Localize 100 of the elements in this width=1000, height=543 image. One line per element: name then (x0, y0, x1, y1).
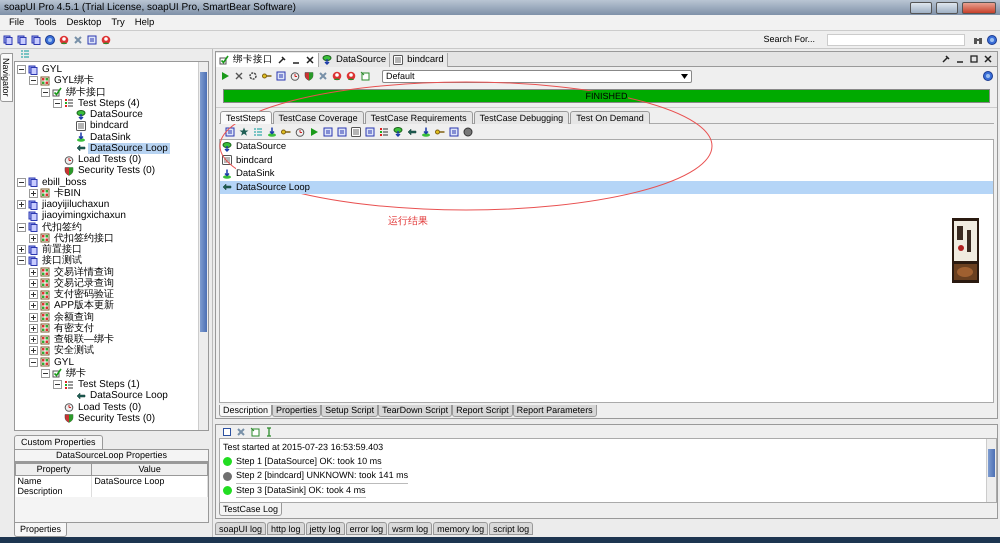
expand-icon[interactable] (29, 268, 38, 277)
expand-icon[interactable] (29, 290, 38, 300)
pin-icon[interactable] (277, 55, 287, 65)
log-tab[interactable]: http log (267, 522, 305, 535)
expand-icon[interactable] (29, 335, 38, 344)
menu-item[interactable]: Tools (29, 16, 62, 28)
column-header[interactable]: Property (16, 463, 92, 476)
collapse-icon[interactable] (41, 88, 50, 97)
step-icon[interactable] (323, 126, 333, 136)
tree-item[interactable]: Load Tests (0) (76, 154, 144, 166)
collapse-icon[interactable] (41, 368, 50, 378)
step-icon[interactable] (225, 126, 235, 136)
funnel-icon[interactable] (393, 126, 403, 136)
tree-item[interactable]: DataSource (88, 109, 145, 120)
collapse-icon[interactable] (17, 256, 26, 266)
testcase-tab[interactable]: TestCase Debugging (474, 111, 570, 124)
expand-icon[interactable] (29, 324, 38, 333)
key-icon[interactable] (262, 71, 272, 81)
tree-item[interactable]: 安全测试 (52, 345, 96, 356)
list-icon[interactable] (379, 126, 389, 136)
play-icon[interactable] (309, 126, 319, 136)
tree-item[interactable]: 绑卡 (64, 368, 88, 379)
editor-bottom-tab[interactable]: Report Script (452, 405, 513, 417)
editor-tab[interactable]: 绑卡接口 (216, 53, 319, 67)
collapse-icon[interactable] (17, 222, 26, 232)
tree-item[interactable]: Load Tests (0) (76, 402, 144, 413)
navigator-tab[interactable]: Navigator (0, 53, 13, 102)
close-icon[interactable] (305, 55, 315, 65)
collapse-icon[interactable] (29, 358, 38, 367)
collapse-icon[interactable] (53, 380, 62, 390)
log-tab[interactable]: memory log (433, 522, 488, 535)
tree-item[interactable]: ebill_boss (40, 176, 88, 188)
download-icon[interactable] (421, 126, 431, 136)
circle-icon[interactable] (463, 126, 473, 136)
expand-icon[interactable] (29, 312, 38, 322)
log-entry-link[interactable]: Step 1 [DataSource] OK: took 10 ms (236, 454, 382, 469)
tree-item[interactable]: Test Steps (1) (76, 379, 142, 390)
expand-icon[interactable] (29, 188, 38, 198)
left-arrow-icon[interactable] (407, 126, 417, 136)
expand-icon[interactable] (29, 346, 38, 356)
close-button[interactable] (962, 2, 996, 14)
person-icon[interactable] (101, 34, 111, 44)
close-icon[interactable] (983, 54, 993, 64)
step-icon[interactable] (449, 126, 459, 136)
log-tab[interactable]: script log (489, 522, 534, 535)
tree-item[interactable]: Test Steps (4) (76, 98, 142, 109)
square-icon[interactable] (222, 426, 232, 436)
editor-bottom-tab[interactable]: Setup Script (321, 405, 378, 417)
collapse-icon[interactable] (17, 178, 26, 187)
tools-icon[interactable] (73, 34, 83, 44)
expand-icon[interactable] (29, 278, 38, 288)
tree-item[interactable]: 前置接口 (40, 244, 84, 256)
person-icon[interactable] (332, 71, 342, 81)
tree-item[interactable]: 卡BIN (52, 188, 83, 199)
tree-item[interactable]: 接口测试 (40, 255, 84, 266)
person-icon[interactable] (59, 34, 69, 44)
testcase-log-tab[interactable]: TestCase Log (219, 503, 282, 516)
tree-item[interactable]: jiaoyimingxichaxun (40, 210, 128, 222)
collapse-icon[interactable] (17, 65, 26, 74)
expand-icon[interactable] (29, 301, 38, 310)
text-cursor-icon[interactable] (264, 426, 274, 436)
tree-item[interactable]: 代扣签约 (40, 222, 84, 233)
tree-item[interactable]: 交易详情查询 (52, 266, 116, 278)
help-icon[interactable] (45, 34, 55, 44)
log-entry-link[interactable]: Step 3 [DataSink] OK: took 4 ms (236, 484, 366, 498)
tools-icon[interactable] (236, 426, 246, 436)
expand-icon[interactable] (29, 234, 38, 243)
tree-item[interactable]: GYL绑卡 (52, 75, 96, 86)
tree-item[interactable]: DataSource Loop (88, 390, 170, 402)
settings-icon[interactable] (248, 71, 258, 81)
collapse-icon[interactable] (29, 76, 38, 86)
tree-item[interactable]: bindcard (88, 120, 130, 132)
tree-item[interactable]: jiaoyijiluchaxun (40, 199, 112, 210)
tree-item[interactable]: APP版本更新 (52, 300, 116, 312)
request-icon[interactable] (351, 126, 361, 136)
menu-item[interactable]: File (4, 16, 30, 28)
step-icon[interactable] (276, 71, 286, 81)
editor-tab[interactable]: bindcard (390, 53, 448, 67)
pin-icon[interactable] (941, 54, 951, 64)
tree-item[interactable]: 交易记录查询 (52, 278, 116, 289)
editor-bottom-tab[interactable]: Properties (272, 405, 322, 417)
minimize-button[interactable] (910, 2, 932, 14)
person-icon[interactable] (346, 71, 356, 81)
step-icon[interactable] (87, 34, 97, 44)
key-icon[interactable] (435, 126, 445, 136)
menu-item[interactable]: Try (106, 16, 130, 28)
play-icon[interactable] (220, 71, 230, 81)
tree-item[interactable]: 绑卡接口 (64, 86, 108, 98)
tree-item[interactable]: GYL (40, 64, 64, 76)
menu-item[interactable]: Desktop (62, 16, 106, 28)
help-icon[interactable] (983, 71, 993, 81)
help-icon[interactable] (987, 34, 997, 44)
log-tab[interactable]: error log (346, 522, 388, 535)
step-icon[interactable] (337, 126, 347, 136)
maximize-button[interactable] (936, 2, 958, 14)
maximize-icon[interactable] (969, 54, 979, 64)
star-icon[interactable] (239, 126, 249, 136)
tree-item[interactable]: Security Tests (0) (76, 412, 158, 424)
tree-item[interactable]: DataSource Loop (88, 142, 170, 154)
log-tab[interactable]: soapUI log (215, 522, 266, 535)
